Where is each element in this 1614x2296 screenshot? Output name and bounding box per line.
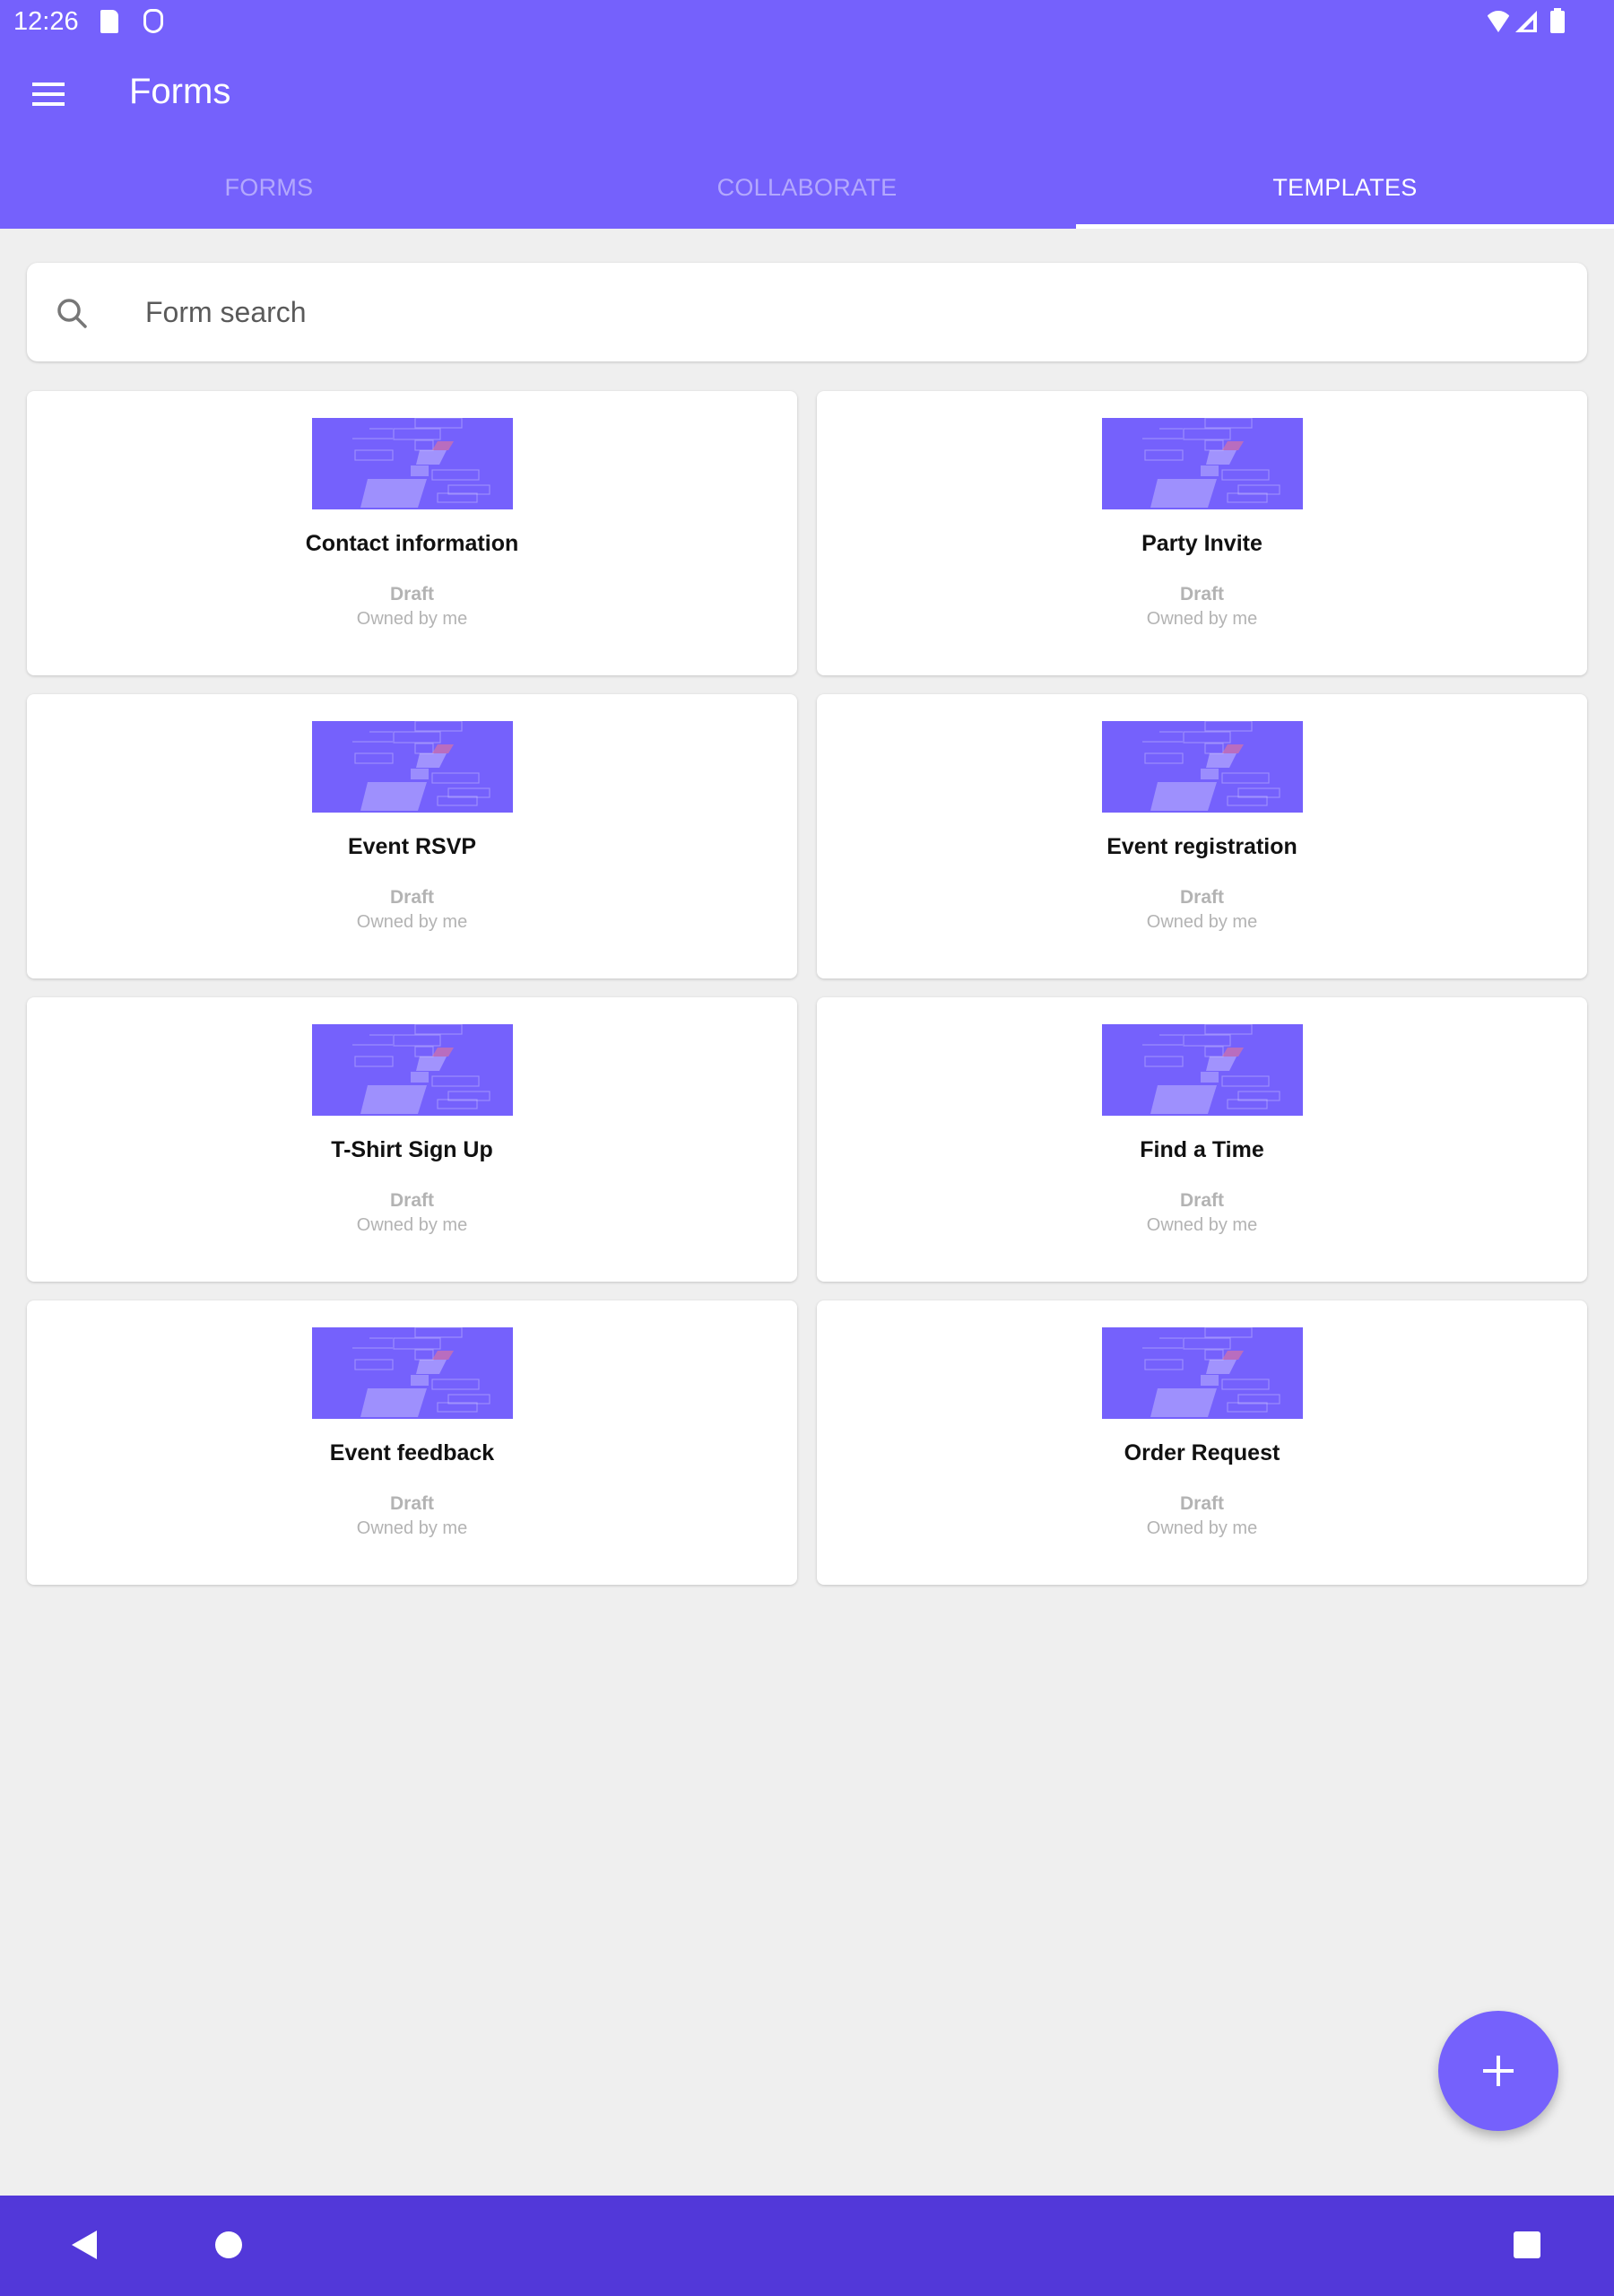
page-title: Forms [129, 72, 231, 111]
template-status: Draft [1179, 887, 1224, 908]
template-card[interactable]: Event registration Draft Owned by me [817, 694, 1587, 978]
create-form-button[interactable] [1438, 2011, 1558, 2131]
template-status: Draft [389, 584, 434, 604]
template-owner: Owned by me [356, 1215, 468, 1235]
template-card[interactable]: Order Request Draft Owned by me [817, 1300, 1587, 1585]
template-thumbnail [1102, 1327, 1303, 1419]
template-status: Draft [1179, 1190, 1224, 1211]
template-card[interactable]: Event feedback Draft Owned by me [27, 1300, 797, 1585]
form-illustration-icon [352, 721, 490, 811]
form-illustration-icon [1142, 1024, 1280, 1114]
template-thumbnail [312, 1024, 513, 1116]
template-card[interactable]: T-Shirt Sign Up Draft Owned by me [27, 997, 797, 1282]
sd-card-icon [100, 10, 118, 33]
home-icon[interactable] [215, 2231, 242, 2258]
template-title: Event RSVP [347, 834, 477, 859]
template-thumbnail [312, 418, 513, 509]
template-status: Draft [389, 1493, 434, 1514]
template-owner: Owned by me [356, 609, 468, 629]
form-illustration-icon [352, 418, 490, 508]
battery-icon [1550, 8, 1565, 33]
template-card[interactable]: Find a Time Draft Owned by me [817, 997, 1587, 1282]
template-title: Contact information [305, 531, 519, 556]
system-nav-bar [0, 2196, 1614, 2296]
template-owner: Owned by me [1146, 1518, 1258, 1538]
template-grid: Contact information Draft Owned by me Pa… [27, 391, 1587, 1585]
debug-icon [143, 9, 163, 33]
signal-icon [1515, 11, 1537, 32]
form-illustration-icon [1142, 1327, 1280, 1417]
menu-icon[interactable] [32, 83, 65, 106]
template-title: T-Shirt Sign Up [331, 1137, 493, 1162]
form-illustration-icon [352, 1327, 490, 1417]
tab-bar: FORMS COLLABORATE TEMPLATES [0, 152, 1614, 229]
template-title: Event feedback [329, 1440, 495, 1465]
template-owner: Owned by me [356, 912, 468, 932]
wifi-icon [1484, 11, 1513, 32]
form-illustration-icon [1142, 721, 1280, 811]
template-thumbnail [312, 721, 513, 813]
tab-forms[interactable]: FORMS [0, 152, 538, 229]
template-card[interactable]: Party Invite Draft Owned by me [817, 391, 1587, 675]
template-title: Find a Time [1140, 1137, 1264, 1162]
template-owner: Owned by me [1146, 609, 1258, 629]
template-thumbnail [1102, 721, 1303, 813]
template-card[interactable]: Contact information Draft Owned by me [27, 391, 797, 675]
template-thumbnail [1102, 418, 1303, 509]
template-thumbnail [312, 1327, 513, 1419]
template-card[interactable]: Event RSVP Draft Owned by me [27, 694, 797, 978]
template-title: Party Invite [1141, 531, 1263, 556]
template-thumbnail [1102, 1024, 1303, 1116]
search-icon [57, 299, 87, 328]
template-owner: Owned by me [1146, 1215, 1258, 1235]
template-owner: Owned by me [356, 1518, 468, 1538]
template-owner: Owned by me [1146, 912, 1258, 932]
tab-templates[interactable]: TEMPLATES [1076, 152, 1614, 229]
form-illustration-icon [1142, 418, 1280, 508]
back-icon[interactable] [72, 2231, 97, 2259]
search-input[interactable] [145, 285, 1544, 339]
app-bar: 12:26 Forms FORMS COLLABORATE TEMPLATES [0, 0, 1614, 229]
status-bar: 12:26 [0, 0, 1614, 45]
status-time: 12:26 [13, 7, 79, 36]
template-status: Draft [389, 887, 434, 908]
template-status: Draft [389, 1190, 434, 1211]
search-bar [27, 263, 1587, 361]
recents-icon[interactable] [1514, 2231, 1540, 2258]
template-status: Draft [1179, 1493, 1224, 1514]
tab-collaborate[interactable]: COLLABORATE [538, 152, 1076, 229]
template-title: Order Request [1124, 1440, 1280, 1465]
form-illustration-icon [352, 1024, 490, 1114]
template-title: Event registration [1106, 834, 1297, 859]
template-status: Draft [1179, 584, 1224, 604]
